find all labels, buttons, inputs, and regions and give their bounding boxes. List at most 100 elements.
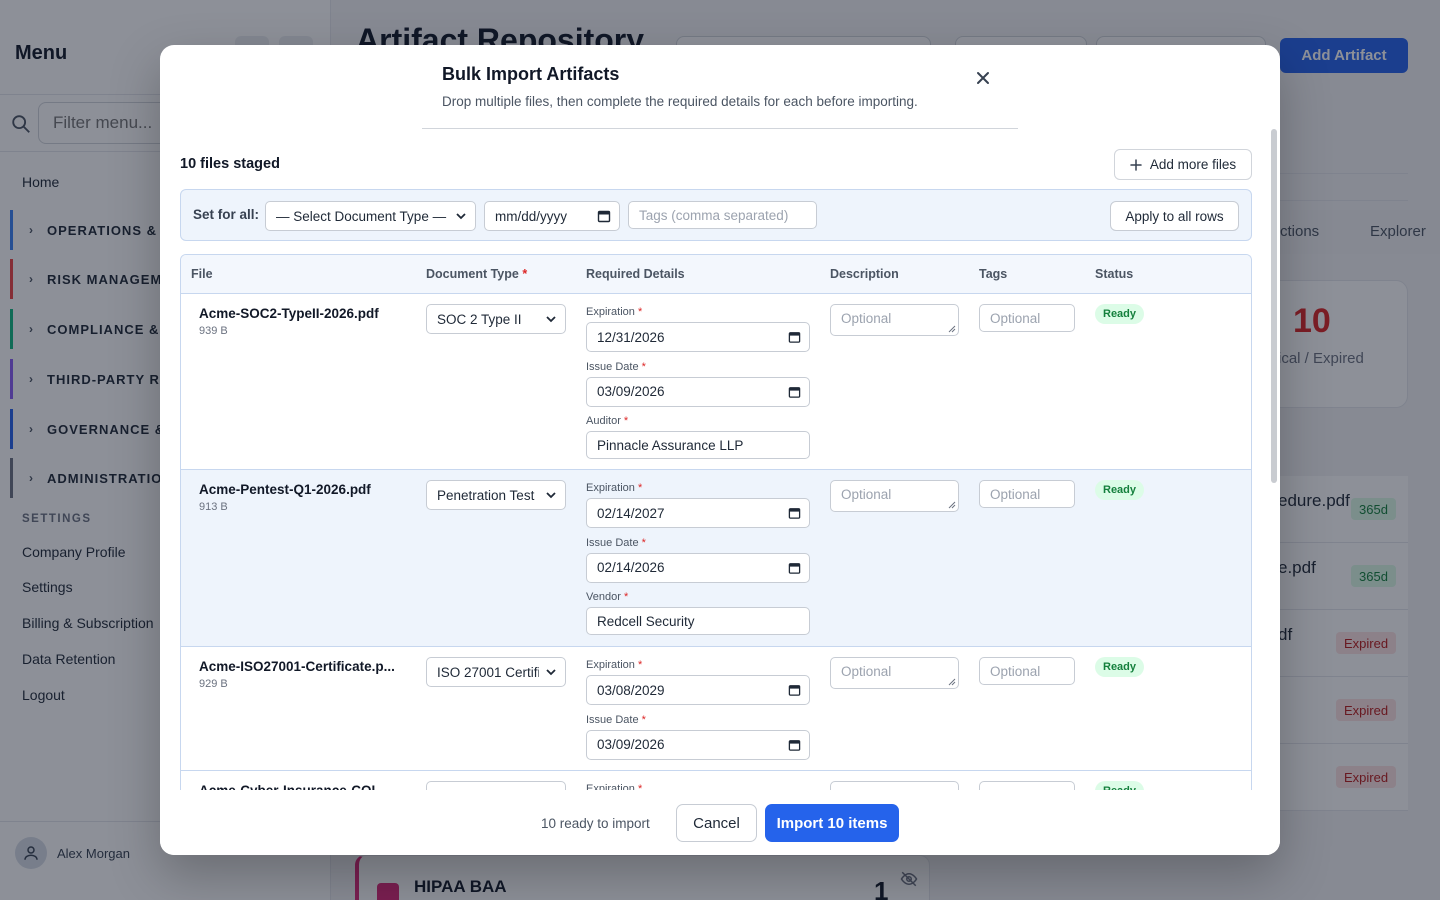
import-button[interactable]: Import 10 items — [765, 804, 899, 842]
chevron-down-icon — [546, 492, 556, 499]
staged-files-table: File Document Type * Required Details De… — [180, 254, 1252, 834]
tags-placeholder: Optional — [990, 663, 1041, 679]
document-type-select[interactable]: Penetration Test Re — [426, 480, 566, 510]
field-label: Vendor * — [586, 591, 628, 603]
document-type-select[interactable]: SOC 2 Type II — [426, 304, 566, 334]
file-size: 913 B — [199, 501, 228, 513]
calendar-icon — [788, 739, 801, 751]
date-input[interactable]: 12/31/2026 — [586, 322, 810, 352]
field-value: 03/09/2026 — [597, 737, 665, 752]
field-label-text: Issue Date — [586, 536, 639, 549]
status-badge: Ready — [1095, 304, 1145, 324]
set-all-tags-placeholder: Tags (comma separated) — [639, 207, 789, 223]
date-picker-trigger[interactable] — [788, 385, 801, 398]
document-type-value: Penetration Test Re — [437, 487, 539, 503]
document-type-value: ISO 27001 Certifica — [437, 664, 539, 680]
chevron-down-icon — [456, 213, 466, 220]
description-textarea[interactable]: Optional — [830, 480, 959, 512]
calendar-icon — [788, 562, 801, 574]
document-type-select[interactable]: ISO 27001 Certifica — [426, 657, 566, 687]
text-input[interactable]: Redcell Security — [586, 607, 810, 635]
date-input[interactable]: 02/14/2026 — [586, 552, 810, 583]
field-value: Pinnacle Assurance LLP — [597, 437, 744, 453]
table-row: Acme-ISO27001-Certificate.p... 929 B ISO 2… — [181, 647, 1251, 771]
field-label-text: Issue Date — [586, 713, 639, 726]
modal-subtitle: Drop multiple files, then complete the r… — [442, 94, 918, 109]
status-badge: Ready — [1095, 657, 1145, 677]
tags-input[interactable]: Optional — [979, 657, 1075, 685]
chevron-down-icon — [546, 669, 556, 676]
date-picker-trigger[interactable] — [788, 507, 801, 520]
date-picker-trigger[interactable] — [788, 684, 801, 697]
staged-count: 10 files staged — [180, 156, 280, 172]
field-label-text: Expiration — [586, 482, 635, 494]
column-document-type-label: Document Type — [426, 267, 519, 281]
column-required-details: Required Details — [586, 267, 685, 281]
resize-grip-icon — [948, 325, 956, 333]
cancel-button[interactable]: Cancel — [676, 804, 757, 842]
date-input[interactable]: 02/14/2027 — [586, 498, 810, 528]
field-value: 02/14/2026 — [597, 560, 665, 575]
set-all-doc-type-select[interactable]: — Select Document Type — — [265, 201, 476, 231]
set-all-doc-type-value: — Select Document Type — — [276, 208, 447, 224]
field-label: Expiration * — [586, 482, 642, 494]
table-row: Acme-SOC2-TypeII-2026.pdf 939 B SOC 2 Type… — [181, 294, 1251, 470]
select-arrow — [545, 313, 557, 325]
date-picker-trigger[interactable] — [788, 561, 801, 574]
field-label: Issue Date * — [586, 537, 646, 549]
date-picker-trigger[interactable] — [788, 331, 801, 344]
field-label-text: Vendor — [586, 591, 621, 603]
description-textarea[interactable]: Optional — [830, 657, 959, 689]
file-size: 929 B — [199, 678, 228, 690]
bulk-import-modal: Bulk Import Artifacts Drop multiple file… — [160, 45, 1280, 855]
set-all-date-input[interactable]: mm/dd/yyyy — [484, 201, 620, 231]
date-picker-trigger[interactable] — [788, 738, 801, 751]
tags-input[interactable]: Optional — [979, 480, 1075, 508]
field-label: Auditor * — [586, 415, 628, 427]
chevron-down-icon — [546, 316, 556, 323]
calendar-icon — [788, 386, 801, 398]
file-size: 939 B — [199, 325, 228, 337]
tags-input[interactable]: Optional — [979, 304, 1075, 332]
date-input[interactable]: 03/08/2029 — [586, 675, 810, 705]
date-input[interactable]: 03/09/2026 — [586, 729, 810, 760]
description-textarea[interactable]: Optional — [830, 304, 959, 336]
field-value: 03/09/2026 — [597, 384, 665, 399]
required-mark: * — [641, 360, 646, 373]
modal-title: Bulk Import Artifacts — [442, 64, 620, 84]
field-label-text: Expiration — [586, 659, 635, 671]
column-status: Status — [1095, 267, 1134, 281]
field-value: Redcell Security — [597, 613, 695, 629]
close-icon — [977, 72, 989, 84]
description-placeholder: Optional — [841, 311, 892, 326]
text-input[interactable]: Pinnacle Assurance LLP — [586, 431, 810, 459]
column-file: File — [191, 267, 213, 281]
field-label-text: Issue Date — [586, 360, 639, 373]
add-more-files-label: Add more files — [1149, 157, 1237, 172]
tags-placeholder: Optional — [990, 310, 1041, 326]
required-mark: * — [641, 536, 646, 549]
set-for-all-bar: Set for all: — Select Document Type — mm… — [180, 189, 1252, 241]
required-mark: * — [522, 267, 528, 281]
table-row: Acme-Pentest-Q1-2026.pdf 913 B Penetration… — [181, 470, 1251, 647]
calendar-icon — [788, 332, 801, 343]
divider — [422, 128, 1018, 129]
calendar-icon — [788, 508, 801, 519]
add-more-files-button[interactable]: Add more files — [1114, 149, 1252, 180]
modal-footer: 10 ready to import Cancel Import 10 item… — [160, 790, 1280, 855]
close-button[interactable] — [972, 67, 994, 89]
date-input[interactable]: 03/09/2026 — [586, 376, 810, 407]
field-label: Expiration * — [586, 659, 642, 671]
modal-scrollbar[interactable] — [1271, 129, 1277, 483]
apply-to-all-button[interactable]: Apply to all rows — [1110, 201, 1239, 231]
field-value: 02/14/2027 — [597, 505, 665, 521]
select-arrow — [545, 489, 557, 501]
set-all-date-placeholder: mm/dd/yyyy — [495, 208, 568, 224]
file-name: Acme-Pentest-Q1-2026.pdf — [199, 482, 371, 497]
column-document-type: Document Type * — [426, 267, 527, 281]
set-for-all-label: Set for all: — [193, 207, 260, 222]
calendar-icon — [597, 210, 611, 223]
set-all-tags-input[interactable]: Tags (comma separated) — [628, 201, 817, 229]
required-mark: * — [641, 713, 646, 726]
document-type-value: SOC 2 Type II — [437, 311, 522, 327]
